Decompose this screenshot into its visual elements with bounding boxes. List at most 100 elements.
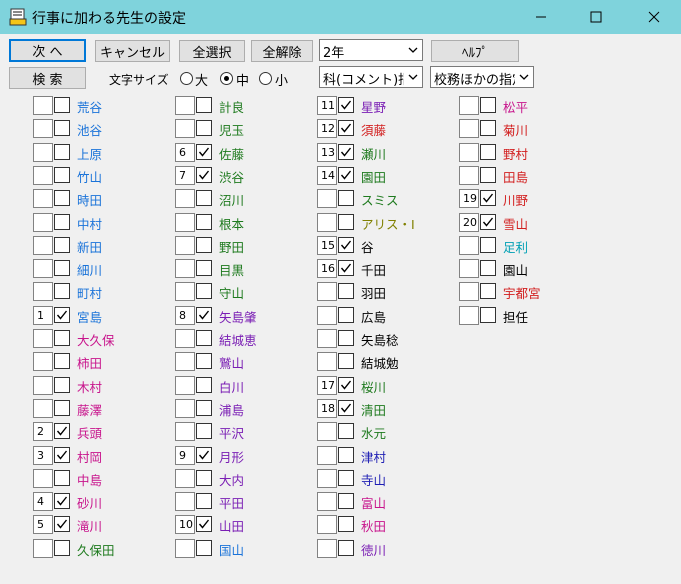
- teacher-checkbox[interactable]: [54, 353, 70, 369]
- order-number-box[interactable]: [317, 422, 337, 441]
- order-number-box[interactable]: [175, 282, 195, 301]
- teacher-checkbox[interactable]: [196, 260, 212, 276]
- order-number-box[interactable]: [459, 282, 479, 301]
- teacher-checkbox[interactable]: [338, 97, 354, 113]
- teacher-checkbox[interactable]: [480, 214, 496, 230]
- order-number-box[interactable]: 7: [175, 166, 195, 185]
- order-number-box[interactable]: [33, 96, 53, 115]
- order-number-box[interactable]: 19: [459, 189, 479, 208]
- teacher-checkbox[interactable]: [196, 97, 212, 113]
- order-number-box[interactable]: [459, 119, 479, 138]
- order-number-box[interactable]: [459, 166, 479, 185]
- order-number-box[interactable]: [317, 306, 337, 325]
- teacher-checkbox[interactable]: [338, 120, 354, 136]
- order-number-box[interactable]: [175, 352, 195, 371]
- teacher-checkbox[interactable]: [54, 377, 70, 393]
- order-number-box[interactable]: [317, 492, 337, 511]
- cancel-button[interactable]: キャンセル: [95, 40, 170, 62]
- order-number-box[interactable]: 13: [317, 143, 337, 162]
- order-number-box[interactable]: [175, 492, 195, 511]
- order-number-box[interactable]: [33, 282, 53, 301]
- minimize-button[interactable]: [518, 0, 564, 34]
- teacher-checkbox[interactable]: [54, 330, 70, 346]
- order-number-box[interactable]: [175, 236, 195, 255]
- teacher-checkbox[interactable]: [338, 167, 354, 183]
- order-number-box[interactable]: [175, 422, 195, 441]
- teacher-checkbox[interactable]: [196, 120, 212, 136]
- teacher-checkbox[interactable]: [196, 330, 212, 346]
- order-number-box[interactable]: [317, 282, 337, 301]
- order-number-box[interactable]: [175, 469, 195, 488]
- teacher-checkbox[interactable]: [338, 144, 354, 160]
- teacher-checkbox[interactable]: [338, 516, 354, 532]
- font-medium-radio[interactable]: [220, 72, 233, 85]
- teacher-checkbox[interactable]: [338, 260, 354, 276]
- teacher-checkbox[interactable]: [54, 97, 70, 113]
- order-number-box[interactable]: 5: [33, 515, 53, 534]
- teacher-checkbox[interactable]: [54, 237, 70, 253]
- order-number-box[interactable]: 12: [317, 119, 337, 138]
- teacher-checkbox[interactable]: [480, 237, 496, 253]
- teacher-checkbox[interactable]: [338, 214, 354, 230]
- order-number-box[interactable]: 10: [175, 515, 195, 534]
- order-number-box[interactable]: [459, 143, 479, 162]
- order-number-box[interactable]: [317, 469, 337, 488]
- teacher-checkbox[interactable]: [196, 540, 212, 556]
- grade-select[interactable]: 2年: [319, 39, 423, 61]
- teacher-checkbox[interactable]: [338, 470, 354, 486]
- order-number-box[interactable]: [33, 236, 53, 255]
- teacher-checkbox[interactable]: [338, 400, 354, 416]
- teacher-checkbox[interactable]: [480, 120, 496, 136]
- order-number-box[interactable]: [175, 119, 195, 138]
- teacher-checkbox[interactable]: [196, 447, 212, 463]
- order-number-box[interactable]: [175, 329, 195, 348]
- teacher-checkbox[interactable]: [480, 167, 496, 183]
- order-number-box[interactable]: 2: [33, 422, 53, 441]
- teacher-checkbox[interactable]: [196, 470, 212, 486]
- order-number-box[interactable]: [317, 515, 337, 534]
- order-number-box[interactable]: [175, 213, 195, 232]
- order-number-box[interactable]: [33, 189, 53, 208]
- teacher-checkbox[interactable]: [338, 447, 354, 463]
- teacher-checkbox[interactable]: [480, 283, 496, 299]
- clear-all-button[interactable]: 全解除: [251, 40, 313, 62]
- teacher-checkbox[interactable]: [338, 353, 354, 369]
- order-number-box[interactable]: 16: [317, 259, 337, 278]
- order-number-box[interactable]: 14: [317, 166, 337, 185]
- teacher-checkbox[interactable]: [196, 516, 212, 532]
- order-number-box[interactable]: [317, 539, 337, 558]
- order-number-box[interactable]: [33, 399, 53, 418]
- order-number-box[interactable]: [175, 376, 195, 395]
- order-number-box[interactable]: [317, 329, 337, 348]
- teacher-checkbox[interactable]: [54, 214, 70, 230]
- order-number-box[interactable]: 4: [33, 492, 53, 511]
- teacher-checkbox[interactable]: [338, 307, 354, 323]
- order-number-box[interactable]: [175, 399, 195, 418]
- teacher-checkbox[interactable]: [54, 307, 70, 323]
- teacher-checkbox[interactable]: [54, 120, 70, 136]
- teacher-checkbox[interactable]: [54, 400, 70, 416]
- teacher-checkbox[interactable]: [54, 540, 70, 556]
- order-number-box[interactable]: [459, 96, 479, 115]
- teacher-checkbox[interactable]: [338, 237, 354, 253]
- teacher-checkbox[interactable]: [54, 190, 70, 206]
- order-number-box[interactable]: 1: [33, 306, 53, 325]
- teacher-checkbox[interactable]: [480, 144, 496, 160]
- teacher-checkbox[interactable]: [54, 493, 70, 509]
- order-number-box[interactable]: [33, 259, 53, 278]
- font-small-radio[interactable]: [259, 72, 272, 85]
- teacher-checkbox[interactable]: [480, 307, 496, 323]
- teacher-checkbox[interactable]: [338, 377, 354, 393]
- teacher-checkbox[interactable]: [196, 353, 212, 369]
- teacher-checkbox[interactable]: [54, 470, 70, 486]
- select-all-button[interactable]: 全選択: [179, 40, 245, 62]
- teacher-checkbox[interactable]: [54, 144, 70, 160]
- subject-select[interactable]: 科(コメント)指定: [319, 66, 423, 88]
- order-number-box[interactable]: [317, 213, 337, 232]
- teacher-checkbox[interactable]: [196, 190, 212, 206]
- teacher-checkbox[interactable]: [480, 260, 496, 276]
- order-number-box[interactable]: 8: [175, 306, 195, 325]
- order-number-box[interactable]: [175, 96, 195, 115]
- teacher-checkbox[interactable]: [338, 330, 354, 346]
- order-number-box[interactable]: [459, 236, 479, 255]
